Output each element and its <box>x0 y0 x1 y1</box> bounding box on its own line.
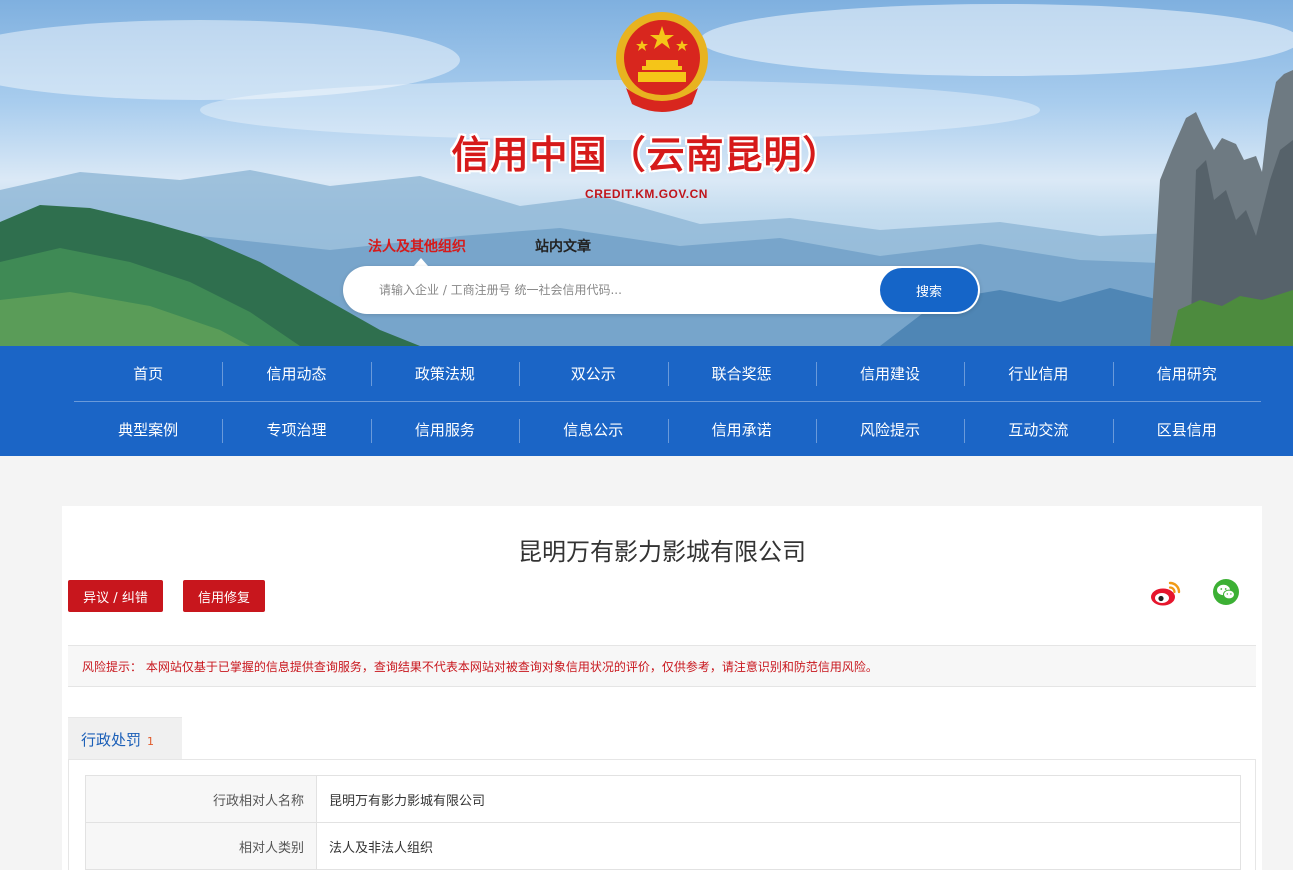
table-row: 行政相对人名称 昆明万有影力影城有限公司 <box>85 775 1241 823</box>
tab-count-badge: 1 <box>147 735 155 748</box>
nav-row-2: 典型案例 专项治理 信用服务 信息公示 信用承诺 风险提示 互动交流 区县信用 <box>74 403 1261 456</box>
row-label: 相对人类别 <box>85 822 317 870</box>
search-bar: 搜索 <box>343 266 980 314</box>
search-tab-articles[interactable]: 站内文章 <box>535 236 591 256</box>
table-row: 相对人类别 法人及非法人组织 <box>85 822 1241 870</box>
tab-caret-indicator <box>414 258 428 266</box>
row-label: 行政相对人名称 <box>85 775 317 823</box>
nav-item-credit-service[interactable]: 信用服务 <box>370 403 519 456</box>
nav-item-credit-research[interactable]: 信用研究 <box>1112 346 1261 401</box>
header-banner: 信用中国（云南昆明） CREDIT.KM.GOV.CN 法人及其他组织 站内文章… <box>0 0 1293 346</box>
details-table: 行政相对人名称 昆明万有影力影城有限公司 相对人类别 法人及非法人组织 <box>85 775 1241 870</box>
risk-notice: 风险提示： 本网站仅基于已掌握的信息提供查询服务，查询结果不代表本网站对被查询对… <box>68 645 1256 687</box>
search-button[interactable]: 搜索 <box>880 268 978 312</box>
search-tab-organization[interactable]: 法人及其他组织 <box>368 236 466 256</box>
nav-item-credit-construction[interactable]: 信用建设 <box>815 346 964 401</box>
nav-item-county-credit[interactable]: 区县信用 <box>1112 403 1261 456</box>
nav-item-risk-warning[interactable]: 风险提示 <box>815 403 964 456</box>
nav-item-joint-rewards[interactable]: 联合奖惩 <box>667 346 816 401</box>
company-panel: 昆明万有影力影城有限公司 异议 / 纠错 信用修复 风险提示： 本网站仅基于已掌… <box>62 506 1262 870</box>
nav-item-typical-cases[interactable]: 典型案例 <box>74 403 222 456</box>
search-input[interactable] <box>379 279 869 301</box>
tab-administrative-penalty[interactable]: 行政处罚 1 <box>68 717 182 759</box>
nav-item-special-governance[interactable]: 专项治理 <box>222 403 370 456</box>
weibo-icon[interactable] <box>1150 578 1182 608</box>
national-emblem-icon <box>616 12 708 112</box>
nav-item-home[interactable]: 首页 <box>74 346 222 401</box>
nav-item-policies[interactable]: 政策法规 <box>370 346 519 401</box>
wechat-icon[interactable] <box>1212 578 1240 606</box>
credit-repair-button[interactable]: 信用修复 <box>183 580 265 612</box>
row-value: 法人及非法人组织 <box>316 822 1241 870</box>
main-nav: 首页 信用动态 政策法规 双公示 联合奖惩 信用建设 行业信用 信用研究 典型案… <box>0 346 1293 456</box>
nav-item-interaction[interactable]: 互动交流 <box>964 403 1112 456</box>
company-name-title: 昆明万有影力影城有限公司 <box>518 538 806 566</box>
site-domain: CREDIT.KM.GOV.CN <box>585 187 708 201</box>
nav-item-industry-credit[interactable]: 行业信用 <box>964 346 1112 401</box>
penalty-details: 行政相对人名称 昆明万有影力影城有限公司 相对人类别 法人及非法人组织 <box>68 759 1256 870</box>
site-title: 信用中国（云南昆明） <box>451 133 842 177</box>
nav-item-credit-news[interactable]: 信用动态 <box>222 346 370 401</box>
nav-row-1: 首页 信用动态 政策法规 双公示 联合奖惩 信用建设 行业信用 信用研究 <box>74 346 1261 402</box>
nav-item-info-publicity[interactable]: 信息公示 <box>519 403 667 456</box>
row-value: 昆明万有影力影城有限公司 <box>316 775 1241 823</box>
nav-item-credit-commitment[interactable]: 信用承诺 <box>667 403 816 456</box>
nav-item-double-publicity[interactable]: 双公示 <box>519 346 667 401</box>
tab-label: 行政处罚 <box>81 731 142 749</box>
dispute-button[interactable]: 异议 / 纠错 <box>68 580 163 612</box>
